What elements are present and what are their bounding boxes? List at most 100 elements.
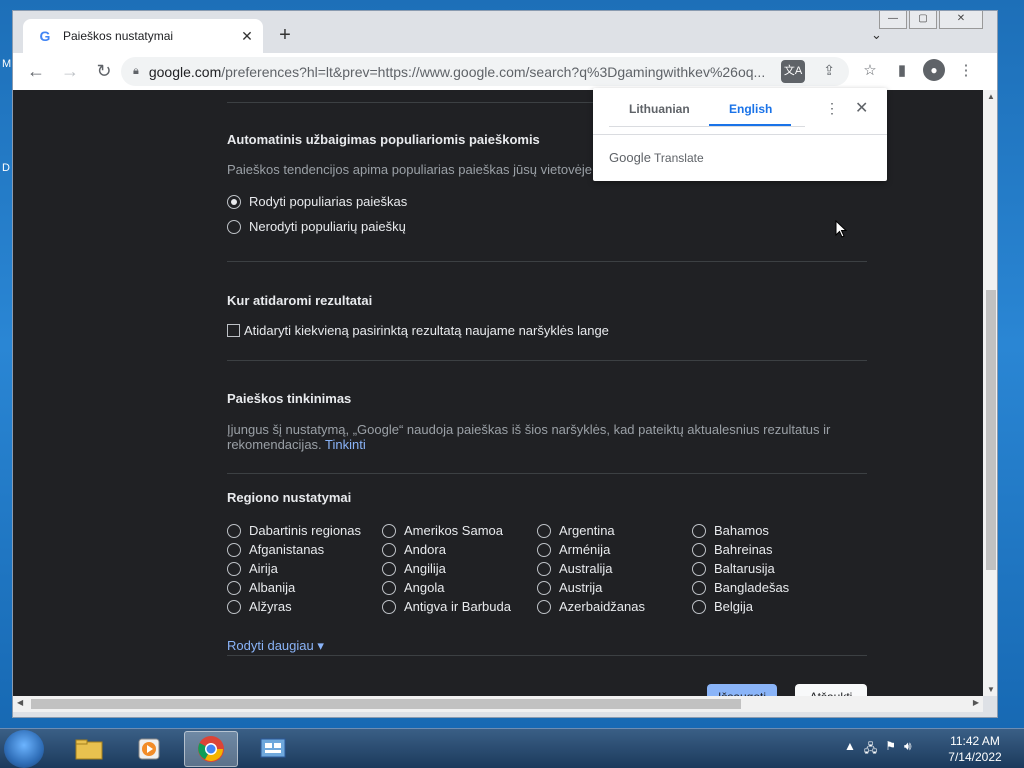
- chrome-taskbar-icon[interactable]: [184, 731, 238, 767]
- maximize-button[interactable]: ▢: [909, 11, 937, 29]
- show-hidden-icons-icon[interactable]: ▲: [844, 739, 856, 760]
- region-option[interactable]: Australija: [537, 561, 692, 576]
- region-option[interactable]: Angola: [382, 580, 537, 595]
- region-option[interactable]: Baltarusija: [692, 561, 847, 576]
- radio-unselected-icon[interactable]: [227, 523, 241, 538]
- checkbox-icon[interactable]: [227, 324, 240, 337]
- share-icon[interactable]: ⇪: [823, 62, 835, 79]
- radio-unselected-icon[interactable]: [382, 523, 396, 538]
- scrollbar-thumb[interactable]: [986, 290, 996, 570]
- region-option[interactable]: Albanija: [227, 580, 382, 595]
- lock-icon[interactable]: 🔒︎: [133, 65, 139, 78]
- radio-show-popular[interactable]: Rodyti populiarias paieškas: [227, 194, 407, 209]
- region-option[interactable]: Azerbaidžanas: [537, 599, 692, 614]
- browser-window: G Paieškos nustatymai ✕ + ⌄ — ▢ ✕ ← → ↻ …: [12, 10, 998, 718]
- horizontal-scrollbar[interactable]: ◀ ▶: [13, 696, 983, 712]
- chrome-icon: [198, 736, 224, 762]
- back-arrow-icon[interactable]: ←: [21, 61, 51, 82]
- radio-unselected-icon[interactable]: [692, 599, 706, 614]
- region-option[interactable]: Afganistanas: [227, 542, 382, 557]
- network-icon[interactable]: 🖧︎: [864, 739, 877, 760]
- browser-tab[interactable]: G Paieškos nustatymai ✕: [23, 19, 263, 53]
- region-option[interactable]: Amerikos Samoa: [382, 523, 537, 538]
- tab-lithuanian[interactable]: Lithuanian: [629, 102, 690, 116]
- radio-unselected-icon[interactable]: [227, 561, 241, 576]
- explorer-taskbar-icon[interactable]: [62, 731, 116, 767]
- radio-unselected-icon[interactable]: [382, 599, 396, 614]
- scroll-left-icon[interactable]: ◀: [17, 698, 23, 707]
- tab-english[interactable]: English: [729, 102, 772, 116]
- bookmark-star-icon[interactable]: ☆: [859, 61, 881, 79]
- toolbar-right: ☆ ▮ ● ⋮: [859, 59, 977, 81]
- radio-unselected-icon[interactable]: [227, 580, 241, 595]
- control-panel-taskbar-icon[interactable]: [246, 731, 300, 767]
- url-text[interactable]: google.com/preferences?hl=lt&prev=https:…: [149, 64, 769, 80]
- profile-avatar-icon[interactable]: ●: [923, 59, 945, 81]
- radio-unselected-icon[interactable]: [382, 580, 396, 595]
- minimize-button[interactable]: —: [879, 11, 907, 29]
- radio-unselected-icon[interactable]: [382, 561, 396, 576]
- translate-menu-icon[interactable]: ⋮: [825, 100, 839, 117]
- volume-icon[interactable]: 🔊︎: [904, 739, 912, 760]
- radio-unselected-icon[interactable]: [537, 561, 551, 576]
- start-button[interactable]: [4, 730, 44, 768]
- region-option[interactable]: Alžyras: [227, 599, 382, 614]
- tab-search-icon[interactable]: ⌄: [871, 27, 882, 43]
- radio-unselected-icon[interactable]: [692, 523, 706, 538]
- radio-unselected-icon[interactable]: [227, 219, 241, 234]
- region-option[interactable]: Arménija: [537, 542, 692, 557]
- radio-unselected-icon[interactable]: [692, 580, 706, 595]
- radio-unselected-icon[interactable]: [227, 599, 241, 614]
- action-center-flag-icon[interactable]: ⚑: [885, 739, 896, 760]
- region-option[interactable]: Bahamos: [692, 523, 847, 538]
- divider: [593, 134, 887, 135]
- scroll-up-icon[interactable]: ▲: [987, 92, 995, 101]
- radio-unselected-icon[interactable]: [537, 542, 551, 557]
- radio-unselected-icon[interactable]: [382, 542, 396, 557]
- scroll-right-icon[interactable]: ▶: [973, 698, 979, 707]
- new-window-checkbox-row[interactable]: Atidaryti kiekvieną pasirinktą rezultatą…: [227, 323, 609, 338]
- region-option[interactable]: Bangladešas: [692, 580, 847, 595]
- region-option[interactable]: Argentina: [537, 523, 692, 538]
- region-option[interactable]: Austrija: [537, 580, 692, 595]
- vertical-scrollbar[interactable]: ▲ ▼: [983, 90, 997, 696]
- cancel-button[interactable]: Atšaukti: [795, 684, 867, 696]
- customize-link[interactable]: Tinkinti: [325, 437, 366, 452]
- show-more-link[interactable]: Rodyti daugiau ▾: [227, 638, 324, 654]
- translate-close-icon[interactable]: ✕: [855, 98, 868, 118]
- radio-unselected-icon[interactable]: [537, 599, 551, 614]
- region-option[interactable]: Belgija: [692, 599, 847, 614]
- translate-icon[interactable]: 文A: [781, 60, 805, 83]
- save-button[interactable]: Išsaugoti: [707, 684, 777, 696]
- region-label: Angilija: [404, 561, 446, 576]
- new-tab-button[interactable]: +: [275, 25, 295, 45]
- address-bar[interactable]: 🔒︎ google.com/preferences?hl=lt&prev=htt…: [121, 57, 849, 86]
- forward-arrow-icon[interactable]: →: [55, 61, 85, 82]
- reload-icon[interactable]: ↻: [89, 61, 119, 82]
- close-window-button[interactable]: ✕: [939, 11, 983, 29]
- region-option[interactable]: Angilija: [382, 561, 537, 576]
- region-option[interactable]: Dabartinis regionas: [227, 523, 382, 538]
- menu-kebab-icon[interactable]: ⋮: [955, 61, 977, 79]
- side-panel-icon[interactable]: ▮: [891, 61, 913, 79]
- media-player-taskbar-icon[interactable]: [122, 731, 176, 767]
- radio-unselected-icon[interactable]: [692, 542, 706, 557]
- clock[interactable]: 11:42 AM 7/14/2022: [940, 733, 1010, 765]
- region-label: Andora: [404, 542, 446, 557]
- region-option[interactable]: Airija: [227, 561, 382, 576]
- scroll-down-icon[interactable]: ▼: [987, 685, 995, 694]
- radio-unselected-icon[interactable]: [537, 580, 551, 595]
- radio-unselected-icon[interactable]: [227, 542, 241, 557]
- radio-hide-popular[interactable]: Nerodyti populiarių paieškų: [227, 219, 406, 234]
- tab-close-icon[interactable]: ✕: [237, 28, 257, 45]
- google-favicon-icon: G: [39, 28, 51, 44]
- radio-unselected-icon[interactable]: [537, 523, 551, 538]
- region-option[interactable]: Bahreinas: [692, 542, 847, 557]
- region-option[interactable]: Andora: [382, 542, 537, 557]
- system-tray: ▲ 🖧︎ ⚑ 🔊︎: [844, 739, 912, 760]
- radio-unselected-icon[interactable]: [692, 561, 706, 576]
- results-open-heading: Kur atidaromi rezultatai: [227, 293, 373, 308]
- radio-selected-icon[interactable]: [227, 194, 241, 209]
- scrollbar-thumb[interactable]: [31, 699, 741, 709]
- region-option[interactable]: Antigva ir Barbuda: [382, 599, 537, 614]
